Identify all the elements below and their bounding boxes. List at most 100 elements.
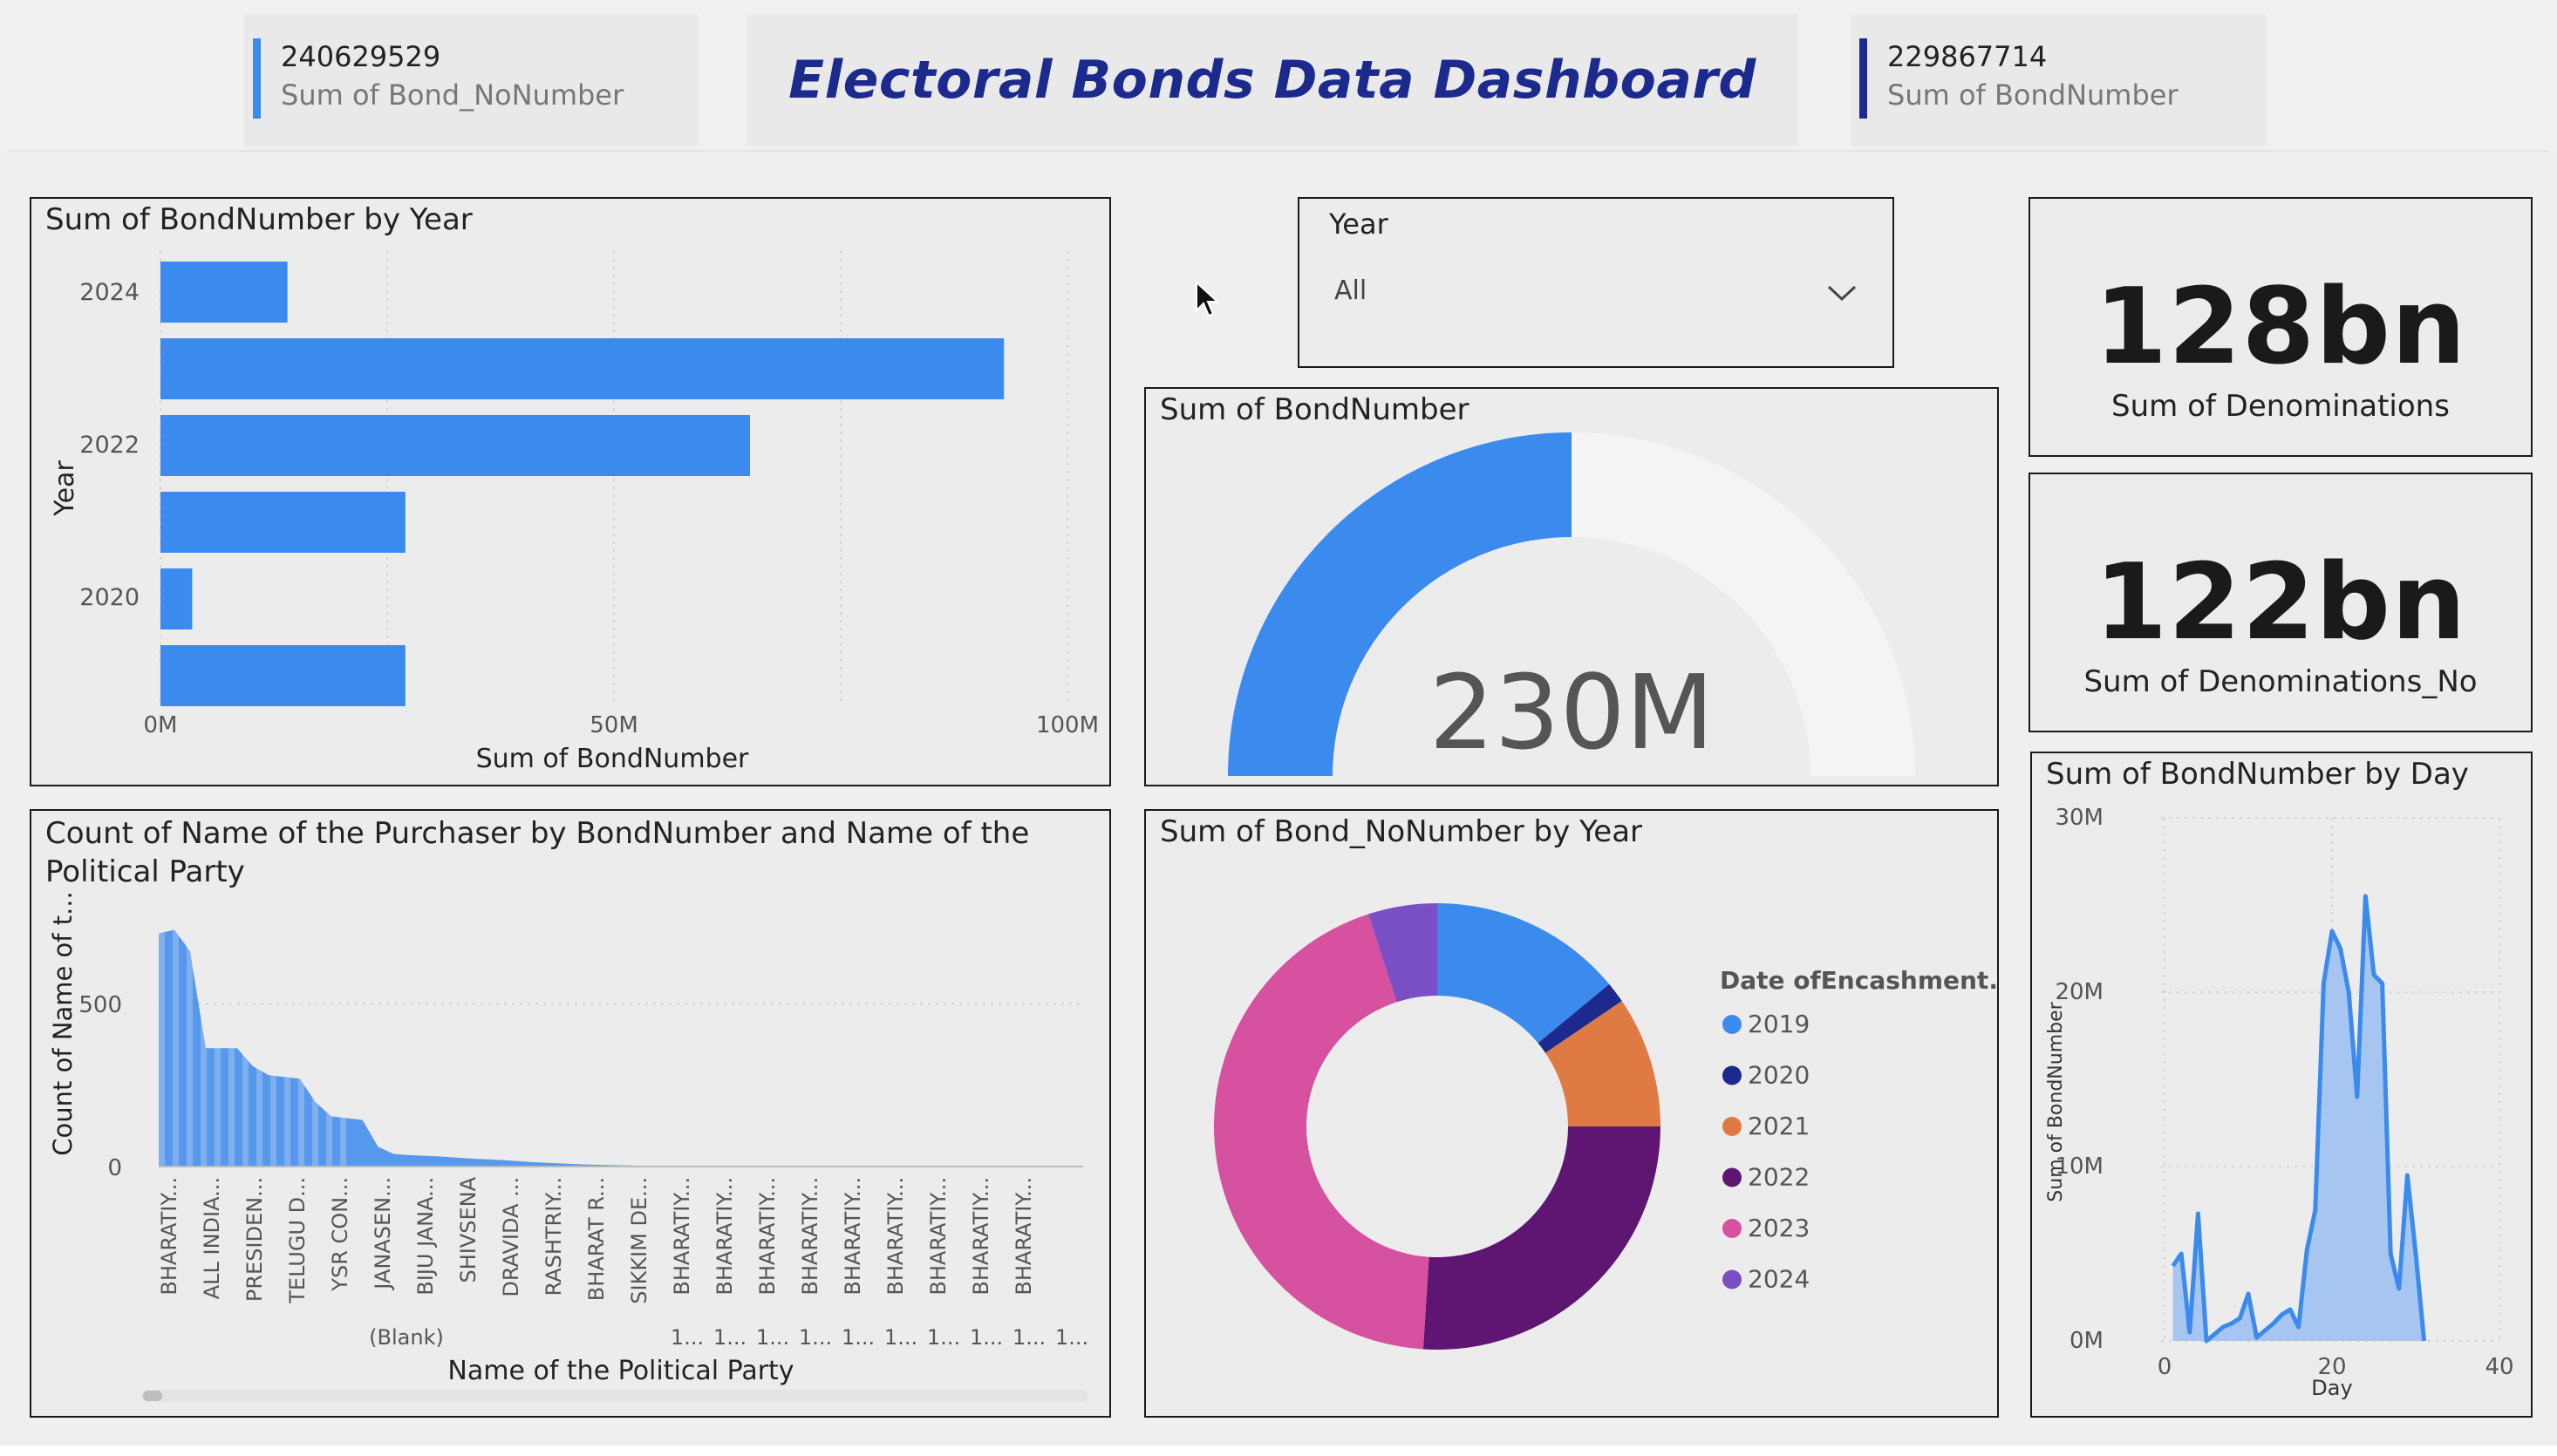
card-value: 128bn [2094, 267, 2467, 388]
kpi-card-bond-number[interactable]: 229867714 Sum of BondNumber [1851, 14, 2266, 146]
series-stripe [159, 915, 165, 1167]
x-tick-label: BHARATIY... [1012, 1177, 1036, 1296]
day-line-chart: Sum of BondNumber Day 30M 20M 10M 0M 0 2… [2045, 805, 2514, 1400]
legend-label: 2023 [1748, 1214, 1810, 1242]
y-tick-label: 500 [78, 992, 122, 1018]
x-group-label: 1... [927, 1325, 960, 1350]
year-slicer[interactable]: Year All [1298, 197, 1894, 368]
gauge-panel[interactable]: Sum of BondNumber 230M [1144, 387, 1999, 786]
series-stripe [284, 915, 290, 1167]
x-group-label: 1... [671, 1325, 704, 1350]
bar [160, 262, 288, 323]
bar-chart: Year Sum of BondNumber 2024 2022 2020 0M… [50, 251, 1099, 774]
kpi-accent-bar [1859, 38, 1867, 119]
y-tick-label: 2024 [79, 279, 140, 306]
x-axis-title: Sum of BondNumber [476, 744, 749, 774]
card-sum-denominations-no[interactable]: 122bn Sum of Denominations_No [2029, 473, 2533, 732]
y-tick-label: 20M [2055, 979, 2104, 1005]
x-group-label: 1... [1055, 1325, 1088, 1350]
legend-label: 2024 [1748, 1265, 1810, 1294]
header-divider [9, 150, 2548, 152]
legend-label: 2019 [1748, 1010, 1810, 1038]
legend-marker [1722, 1117, 1742, 1136]
series-stripe [201, 915, 207, 1167]
x-tick-label: DRAVIDA ... [499, 1177, 523, 1297]
x-group-label: 1... [799, 1325, 832, 1350]
x-group-label: 1... [1013, 1325, 1046, 1350]
series-stripe [173, 915, 179, 1167]
x-tick-label: PRESIDEN... [242, 1177, 267, 1302]
kpi-card-bond-no[interactable]: 240629529 Sum of Bond_NoNumber [244, 14, 698, 146]
x-tick-label: BHARAT R... [584, 1177, 609, 1301]
series-stripe [228, 915, 235, 1167]
series-stripe [215, 915, 221, 1167]
x-group-label: 1... [713, 1325, 747, 1350]
donut-slice [1422, 1126, 1660, 1350]
chevron-down-icon[interactable] [1826, 282, 1858, 303]
y-tick-label: 2020 [79, 584, 140, 611]
x-group-label: (Blank) [369, 1325, 444, 1350]
x-tick-label: SIKKIM DE... [627, 1177, 651, 1304]
mouse-cursor-icon [1196, 281, 1220, 317]
series-stripe [242, 915, 249, 1167]
x-tick-label: BHARATIY... [157, 1177, 181, 1296]
dropdown-value: All [1334, 276, 1367, 306]
donut-chart-panel[interactable]: Sum of Bond_NoNumber by Year Date ofEnca… [1144, 809, 1999, 1418]
series-stripe [326, 915, 332, 1167]
bar [160, 415, 750, 476]
legend-marker [1722, 1219, 1742, 1238]
card-label: Sum of Denominations_No [2083, 664, 2478, 699]
x-tick-label: BHARATIY... [883, 1177, 908, 1296]
bar-chart-panel[interactable]: Sum of BondNumber by Year Year Sum of Bo… [30, 197, 1111, 786]
slicer-label: Year [1329, 208, 1388, 241]
scrollbar-thumb[interactable] [143, 1391, 162, 1401]
series-stripe [298, 915, 304, 1167]
horizontal-scrollbar[interactable] [141, 1390, 1088, 1402]
y-tick-label: 0M [2069, 1328, 2104, 1354]
x-axis-title: Name of the Political Party [447, 1356, 794, 1386]
kpi-accent-bar [253, 38, 261, 119]
legend-marker [1722, 1015, 1742, 1034]
series-stripe [187, 915, 193, 1167]
legend-marker [1722, 1167, 1742, 1187]
x-tick-label: SHIVSENA [456, 1176, 481, 1283]
x-group-label: 1... [970, 1325, 1003, 1350]
gauge-chart: 230M [1228, 432, 1915, 776]
legend-marker [1722, 1269, 1742, 1289]
year-dropdown[interactable]: All [1317, 262, 1875, 325]
x-tick-label: 50M [590, 712, 638, 738]
dashboard-title: Electoral Bonds Data Dashboard [788, 50, 1756, 111]
x-tick-label: RASHTRIY... [542, 1177, 566, 1296]
legend-marker [1722, 1065, 1742, 1085]
x-tick-label: YSR CON... [328, 1177, 352, 1292]
gauge-value: 230M [1429, 652, 1714, 772]
x-group-label: 1... [756, 1325, 789, 1350]
series-stripe [340, 915, 346, 1167]
y-axis-title: Year [50, 460, 80, 517]
kpi-value: 240629529 [281, 40, 441, 73]
y-axis-title: Count of Name of t... [48, 891, 78, 1155]
area-series [159, 929, 1083, 1167]
y-tick-label: 30M [2055, 805, 2104, 831]
title-card: Electoral Bonds Data Dashboard [747, 14, 1798, 146]
card-sum-denominations[interactable]: 128bn Sum of Denominations [2029, 197, 2533, 457]
x-group-label: 1... [842, 1325, 875, 1350]
x-tick-label: BIJU JANA... [413, 1177, 438, 1296]
x-tick-label: 100M [1036, 712, 1099, 738]
series-stripe [256, 915, 263, 1167]
x-tick-label: BHARATIY... [841, 1177, 865, 1296]
y-tick-label: 2022 [79, 432, 140, 459]
bar [160, 492, 406, 553]
bar [160, 338, 1005, 399]
legend-label: 2022 [1748, 1163, 1810, 1192]
x-tick-label: BHARATIY... [670, 1177, 694, 1296]
day-line-chart-panel[interactable]: Sum of BondNumber by Day Sum of BondNumb… [2030, 752, 2533, 1418]
x-tick-label: BHARATIY... [926, 1177, 951, 1296]
x-tick-label: 0 [2158, 1354, 2172, 1380]
x-tick-label: TELUGU D... [285, 1177, 310, 1304]
kpi-value: 229867714 [1887, 40, 2048, 73]
x-tick-label: 40 [2485, 1354, 2513, 1380]
series-stripe [270, 915, 276, 1167]
x-tick-label: 20 [2317, 1354, 2346, 1380]
party-area-chart-panel[interactable]: Count of Name of the Purchaser by BondNu… [30, 809, 1111, 1418]
